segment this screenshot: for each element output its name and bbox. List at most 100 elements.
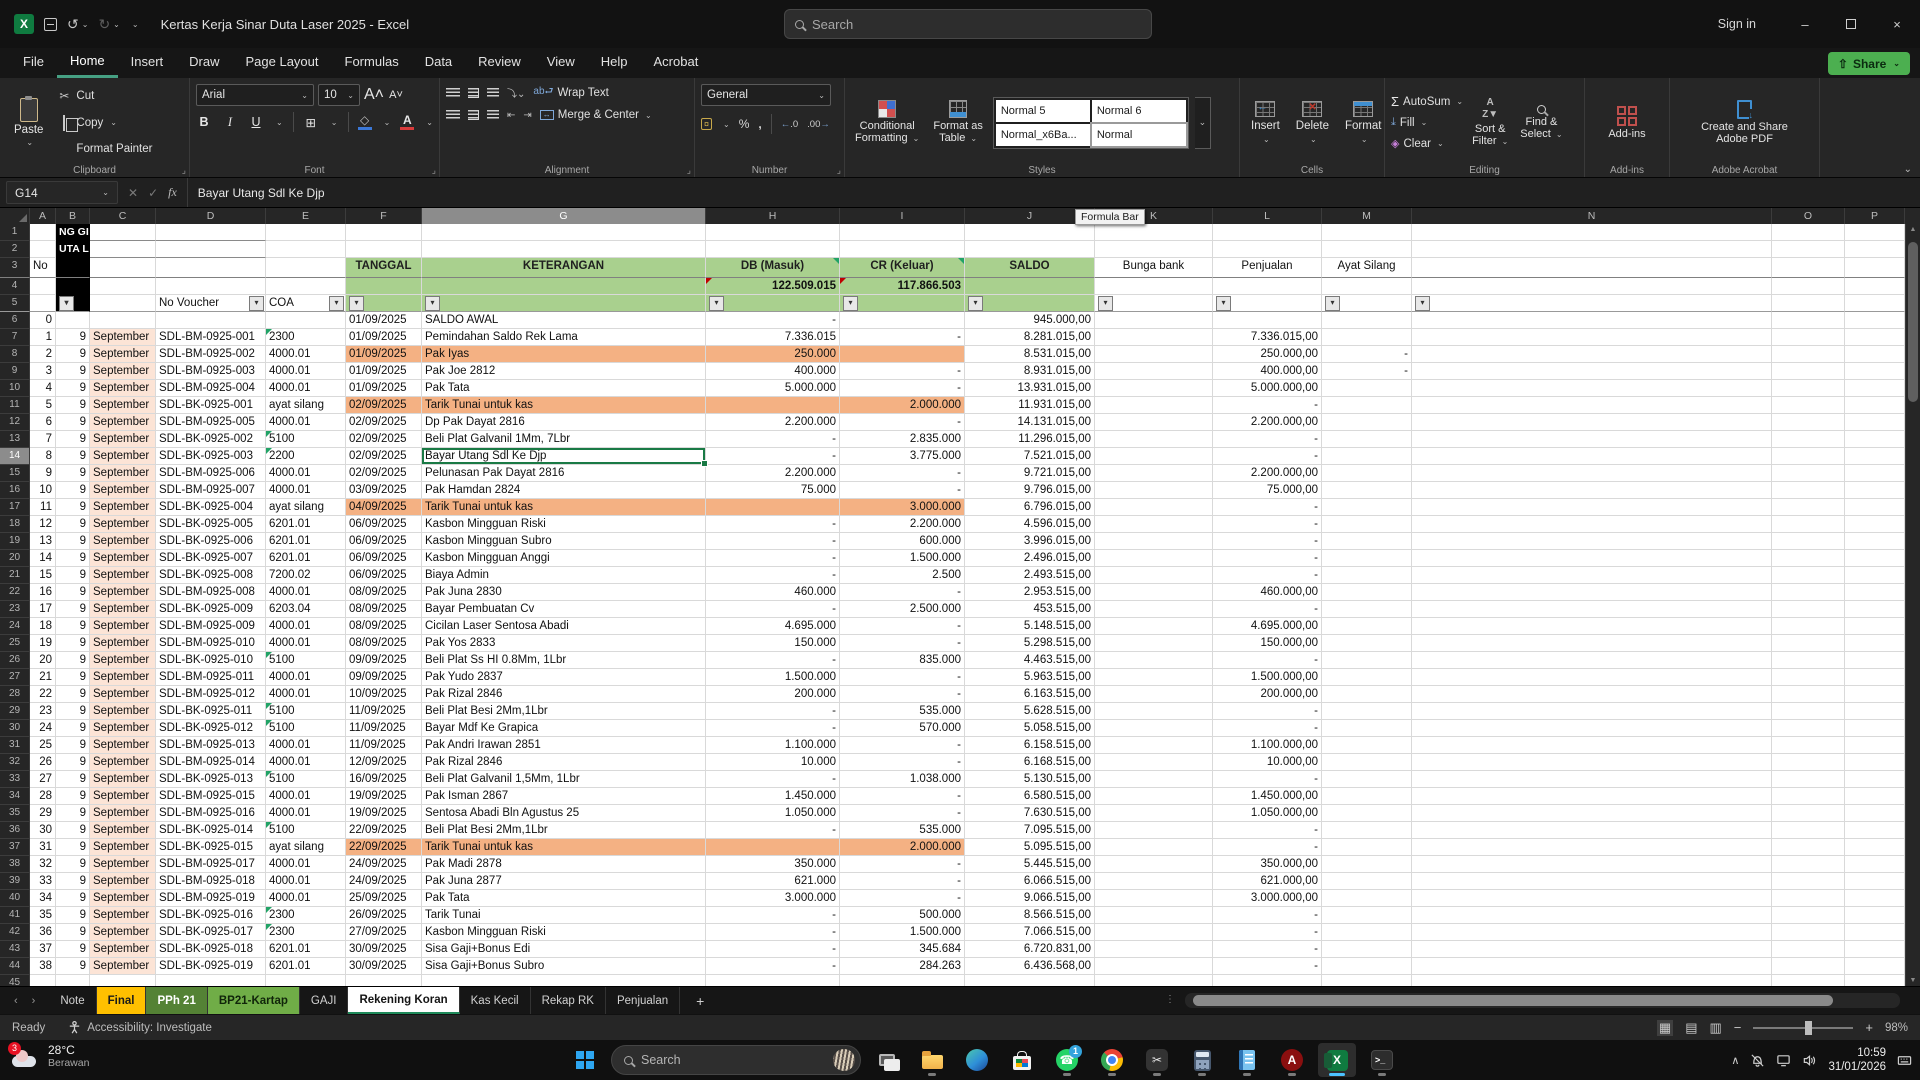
cell[interactable] <box>1412 635 1772 652</box>
cell[interactable]: 16 <box>30 584 56 601</box>
cell[interactable] <box>1845 397 1905 414</box>
bold-button[interactable]: B <box>196 115 212 129</box>
cell[interactable] <box>1772 805 1845 822</box>
cell[interactable] <box>1322 822 1412 839</box>
save-button[interactable] <box>44 18 57 31</box>
row-header-16[interactable]: 16 <box>0 482 30 499</box>
row-header-23[interactable]: 23 <box>0 601 30 618</box>
format-as-table-button[interactable]: Format asTable ⌄ <box>929 100 987 145</box>
number-dialog-launcher-icon[interactable]: ⌟ <box>837 165 841 176</box>
cell[interactable] <box>1322 669 1412 686</box>
cell[interactable] <box>1095 278 1213 295</box>
cell[interactable]: 2.200.000 <box>840 516 965 533</box>
cell[interactable]: 24/09/2025 <box>346 856 422 873</box>
cell[interactable] <box>1412 431 1772 448</box>
zoom-slider[interactable] <box>1753 1027 1853 1029</box>
filter-dropdown[interactable] <box>1213 295 1322 312</box>
cell[interactable] <box>1095 890 1213 907</box>
cell[interactable] <box>1095 329 1213 346</box>
cell[interactable]: 9 <box>56 414 90 431</box>
cell[interactable] <box>1412 312 1772 329</box>
cell[interactable]: - <box>1213 907 1322 924</box>
cell[interactable]: 01/09/2025 <box>346 312 422 329</box>
cell[interactable] <box>266 312 346 329</box>
workbook-title-cell[interactable]: NG GI <box>56 224 90 241</box>
cell[interactable]: September <box>90 652 156 669</box>
cell[interactable]: 945.000,00 <box>965 312 1095 329</box>
insert-cells-button[interactable]: Insert⌄ <box>1246 101 1285 144</box>
cell[interactable]: 9 <box>56 856 90 873</box>
cell[interactable]: 27/09/2025 <box>346 924 422 941</box>
cell[interactable]: 453.515,00 <box>965 601 1095 618</box>
cell[interactable]: 3.775.000 <box>840 448 965 465</box>
cell[interactable] <box>1095 822 1213 839</box>
cell[interactable]: ayat silang <box>266 499 346 516</box>
cell[interactable] <box>1412 550 1772 567</box>
insert-function-icon[interactable]: fx <box>168 185 177 200</box>
cell[interactable]: SDL-BK-0925-005 <box>156 516 266 533</box>
cell[interactable]: 35 <box>30 907 56 924</box>
cell[interactable] <box>1213 241 1322 258</box>
cell[interactable]: 8.931.015,00 <box>965 363 1095 380</box>
cell[interactable] <box>1095 924 1213 941</box>
cell[interactable] <box>1772 924 1845 941</box>
cell[interactable]: - <box>1322 363 1412 380</box>
cell[interactable]: SDL-BM-0925-005 <box>156 414 266 431</box>
cell[interactable] <box>1772 652 1845 669</box>
cell[interactable]: - <box>706 907 840 924</box>
cell[interactable] <box>1412 567 1772 584</box>
cell[interactable] <box>1322 380 1412 397</box>
file-explorer-button[interactable] <box>913 1043 951 1077</box>
cell[interactable] <box>1772 499 1845 516</box>
cell[interactable]: - <box>706 312 840 329</box>
filter-dropdown[interactable] <box>422 295 706 312</box>
terminal-button[interactable]: >_ <box>1363 1043 1401 1077</box>
cell[interactable]: 9 <box>56 805 90 822</box>
autosum-button[interactable]: ΣAutoSum⌄ <box>1391 93 1463 111</box>
row-header-8[interactable]: 8 <box>0 346 30 363</box>
cell[interactable] <box>965 224 1095 241</box>
cell[interactable]: - <box>840 737 965 754</box>
cell[interactable] <box>1772 890 1845 907</box>
cell[interactable]: 5.298.515,00 <box>965 635 1095 652</box>
cell[interactable]: Sentosa Abadi Bln Agustus 25 <box>422 805 706 822</box>
display-cast-icon[interactable] <box>1776 1053 1791 1068</box>
merge-center-button[interactable]: ↔Merge & Center⌄ <box>540 109 652 121</box>
cell[interactable] <box>1095 856 1213 873</box>
maximize-button[interactable] <box>1828 0 1874 48</box>
cell[interactable]: Pak Juna 2877 <box>422 873 706 890</box>
delete-cells-button[interactable]: Delete⌄ <box>1291 101 1334 144</box>
cell[interactable]: 6 <box>30 414 56 431</box>
cell[interactable]: 4000.01 <box>266 635 346 652</box>
cell[interactable]: - <box>840 805 965 822</box>
cell[interactable]: 2.496.015,00 <box>965 550 1095 567</box>
cell[interactable]: 11.296.015,00 <box>965 431 1095 448</box>
cell[interactable]: - <box>706 822 840 839</box>
cell[interactable] <box>1845 431 1905 448</box>
menu-tab-acrobat[interactable]: Acrobat <box>641 48 712 78</box>
cell[interactable] <box>90 241 156 258</box>
cell[interactable]: 28 <box>30 788 56 805</box>
cell[interactable]: 06/09/2025 <box>346 550 422 567</box>
cell[interactable]: 24 <box>30 720 56 737</box>
cell[interactable] <box>1095 465 1213 482</box>
page-break-view-button[interactable]: ▥ <box>1709 1020 1721 1036</box>
cell[interactable]: 19/09/2025 <box>346 788 422 805</box>
notifications-off-icon[interactable] <box>1750 1053 1765 1068</box>
cell[interactable]: Pak Tata <box>422 380 706 397</box>
cell[interactable]: - <box>840 380 965 397</box>
cell[interactable]: 1.050.000,00 <box>1213 805 1322 822</box>
cell[interactable] <box>1095 224 1213 241</box>
cell[interactable]: Kasbon Mingguan Riski <box>422 516 706 533</box>
cell[interactable]: - <box>840 363 965 380</box>
cell[interactable]: 400.000 <box>706 363 840 380</box>
cell[interactable]: 460.000 <box>706 584 840 601</box>
cell[interactable]: 02/09/2025 <box>346 465 422 482</box>
cell[interactable]: 2200 <box>266 448 346 465</box>
row-header-30[interactable]: 30 <box>0 720 30 737</box>
cell[interactable]: - <box>706 958 840 975</box>
cell[interactable] <box>1772 788 1845 805</box>
cell[interactable]: 26 <box>30 754 56 771</box>
cell[interactable]: Pak Yudo 2837 <box>422 669 706 686</box>
cell[interactable] <box>1772 703 1845 720</box>
